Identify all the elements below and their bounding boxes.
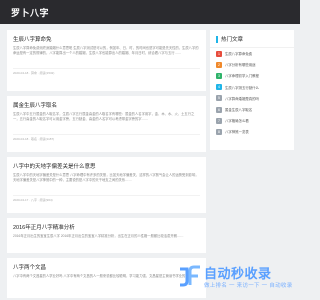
rank-badge: 3: [216, 72, 222, 79]
rank-badge: 7: [216, 117, 222, 124]
sidebar-item[interactable]: 6 属金生辰八字取名: [210, 104, 294, 115]
site-logo[interactable]: 罗卜八字: [11, 6, 49, 19]
hot-articles-sidebar: 热门文章 1 生辰八字算命免费 2 八字分析有哪些用途 3 八字命理初学入门教程 4生…: [210, 30, 294, 150]
article-title[interactable]: 生辰八字算命免: [13, 36, 200, 44]
article-card[interactable]: 生辰八字算命免 生辰八字算命免费测终身婚姻什么意思呢 生辰八字测试是可以的，例如…: [7, 30, 206, 91]
sidebar-item[interactable]: 8 八字神煞一览表: [210, 126, 294, 137]
top-navbar: 罗卜八字: [0, 0, 300, 24]
sidebar-item-label[interactable]: 八字格局怎么看: [225, 118, 249, 123]
article-excerpt: 生辰八字算命免费测终身婚姻什么意思呢 生辰八字测试是可以的，例如年、日、时，的时…: [13, 46, 199, 56]
sidebar-item-label[interactable]: 八字命理初学入门教程: [225, 73, 259, 78]
article-excerpt: 2016年正月出生的宝宝生辰八字 2016年正月出生的宝宝八字精准分析，出生在正…: [13, 234, 184, 238]
sidebar-item[interactable]: 5 八字算命婚姻是真的吗: [210, 93, 294, 104]
article-excerpt: 生辰八字中五行属金的人取名字，生辰八字五行属金喜金的人取名字有哪些：属金的人名字…: [13, 112, 195, 122]
article-title[interactable]: 2016年正月八字精准分析: [13, 224, 200, 232]
rank-badge: 8: [216, 128, 222, 135]
rank-badge: 5: [216, 95, 222, 102]
article-card[interactable]: 属金生辰八字取名 生辰八字中五行属金的人取名字，生辰八字五行属金喜金的人取名字有…: [7, 96, 206, 152]
sidebar-item[interactable]: 1 生辰八字算命免费: [210, 48, 294, 59]
article-title[interactable]: 八字两个文昌: [13, 264, 200, 272]
article-excerpt: 生辰八字中的天地字偏差关是什么意思 八字命理中有许多的关煞，比如天地字偏差关，这…: [13, 173, 199, 183]
sidebar-item[interactable]: 2 八字分析有哪些用途: [210, 59, 294, 70]
article-title[interactable]: 属金生辰八字取名: [13, 102, 200, 110]
sidebar-accent-bar: [216, 35, 218, 43]
sidebar-list: 1 生辰八字算命免费 2 八字分析有哪些用途 3 八字命理初学入门教程 4 生辰八字测五…: [210, 48, 294, 138]
article-card[interactable]: 八字中的天地字偏差关是什么意思 生辰八字中的天地字偏差关是什么意思 八字命理中有…: [7, 157, 206, 213]
article-excerpt: 八字中有两个文昌星的人学业好吗 八字中有两个文昌的人一般来说都比较聪明，学习能力…: [13, 274, 196, 278]
article-card[interactable]: 2016年正月八字精准分析 2016年正月出生的宝宝生辰八字 2016年正月出生…: [7, 218, 206, 253]
article-meta: 2020-04-18 · 取名 · 阅读(1187): [13, 133, 200, 142]
watermark-subtitle: 做上排名 一 来访一下 一 自动收录: [204, 283, 293, 289]
sidebar-title: 热门文章: [221, 37, 244, 43]
article-card[interactable]: 八字两个文昌 八字中有两个文昌星的人学业好吗 八字中有两个文昌的人一般来说都比较…: [7, 258, 206, 298]
sidebar-item[interactable]: 3 八字命理初学入门教程: [210, 70, 294, 81]
rank-badge: 1: [216, 50, 222, 57]
rank-badge: 4: [216, 84, 222, 91]
sidebar-item-label[interactable]: 八字算命婚姻是真的吗: [225, 96, 259, 101]
sidebar-header: 热门文章: [210, 30, 294, 48]
sidebar-item[interactable]: 7 八字格局怎么看: [210, 115, 294, 126]
sidebar-item-label[interactable]: 八字神煞一览表: [225, 129, 249, 134]
rank-badge: 2: [216, 61, 222, 68]
sidebar-item[interactable]: 4 生辰八字测五行缺什么: [210, 82, 294, 93]
rank-badge: 6: [216, 106, 222, 113]
sidebar-item-label[interactable]: 生辰八字测五行缺什么: [225, 85, 259, 90]
article-title[interactable]: 八字中的天地字偏差关是什么意思: [13, 163, 200, 171]
sidebar-item-label[interactable]: 属金生辰八字取名: [225, 107, 252, 112]
watermark-title: 自动秒收录: [204, 267, 272, 282]
sidebar-item-label[interactable]: 生辰八字算命免费: [225, 51, 252, 56]
watermark-badge: 自动秒收录 做上排名 一 来访一下 一 自动收录: [178, 263, 298, 295]
sidebar-item-label[interactable]: 八字分析有哪些用途: [225, 62, 256, 67]
article-meta: 2020-04-18 · 算命 · 阅读(1532): [13, 67, 200, 76]
logo-icon: [180, 265, 200, 287]
article-list: 生辰八字算命免 生辰八字算命免费测终身婚姻什么意思呢 生辰八字测试是可以的，例如…: [7, 30, 206, 300]
article-meta: 2020-04-17 · 八字 · 阅读(964): [13, 194, 200, 203]
